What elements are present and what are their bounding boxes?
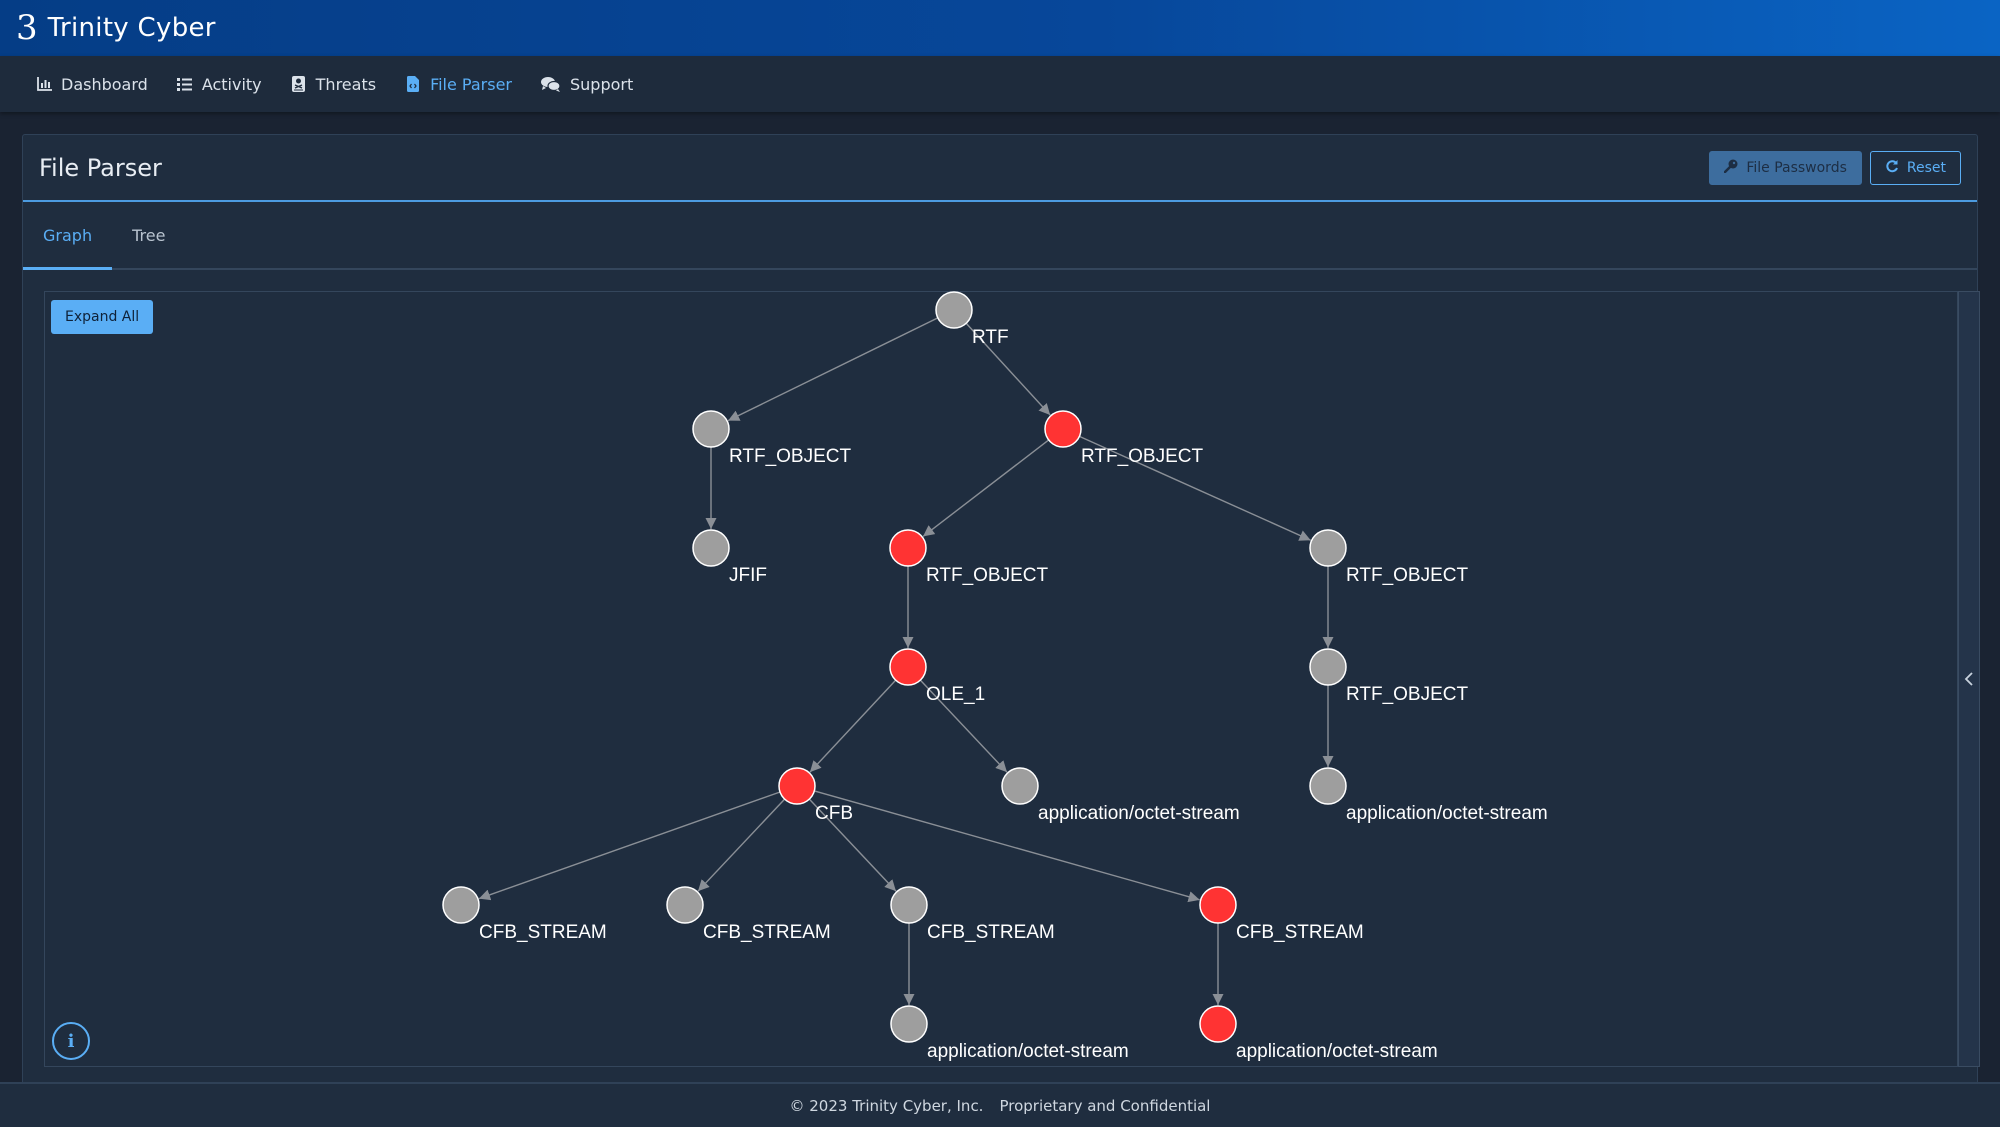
threat-node-circle[interactable] — [1199, 886, 1237, 924]
page-title: File Parser — [39, 153, 162, 182]
node-label: CFB — [815, 803, 853, 824]
node-circle[interactable] — [692, 410, 730, 448]
nav-item-dashboard[interactable]: Dashboard — [36, 75, 148, 94]
nav-label: Threats — [315, 74, 377, 94]
reset-label: Reset — [1906, 159, 1946, 176]
node-label: RTF — [972, 327, 1009, 348]
node-label: CFB_STREAM — [703, 922, 831, 943]
view-tabs: Graph Tree — [23, 202, 1977, 270]
file-passwords-button[interactable]: File Passwords — [1709, 150, 1862, 185]
node-label: CFB_STREAM — [927, 922, 1055, 943]
tab-tree[interactable]: Tree — [112, 202, 185, 268]
node-circle[interactable] — [1309, 767, 1347, 805]
key-icon — [1724, 159, 1738, 177]
node-label: CFB_STREAM — [479, 922, 607, 943]
expand-all-button[interactable]: Expand All — [51, 300, 154, 334]
nav-label: File Parser — [430, 74, 512, 94]
node-circle[interactable] — [442, 886, 480, 924]
brand-name[interactable]: Trinity Cyber — [48, 13, 216, 43]
node-circle[interactable] — [1309, 648, 1347, 686]
nav-item-support[interactable]: Support — [541, 75, 633, 94]
threat-node-circle[interactable] — [1199, 1005, 1237, 1043]
side-panel-toggle[interactable] — [1958, 291, 1980, 1067]
info-icon[interactable]: i — [52, 1022, 90, 1060]
node-circle[interactable] — [890, 886, 928, 924]
copyright-text: © 2023 Trinity Cyber, Inc. — [789, 1096, 984, 1115]
node-circle[interactable] — [1309, 529, 1347, 567]
node-label: application/octet-stream — [927, 1041, 1129, 1062]
card-header: File Parser File Passwords Reset — [23, 135, 1977, 202]
node-label: RTF_OBJECT — [1346, 684, 1469, 705]
threat-node-circle[interactable] — [889, 529, 927, 567]
app-header: 3 Trinity Cyber — [0, 0, 2000, 56]
nav-item-threats[interactable]: Threats — [291, 75, 376, 94]
node-label: application/octet-stream — [1236, 1041, 1438, 1062]
threat-node-circle[interactable] — [889, 648, 927, 686]
threat-node-circle[interactable] — [1044, 410, 1082, 448]
node-label: RTF_OBJECT — [1081, 446, 1204, 467]
refresh-icon — [1885, 159, 1899, 177]
nav-label: Support — [570, 74, 634, 94]
node-label: JFIF — [729, 565, 767, 586]
main-nav: Dashboard Activity Threats File Parser S… — [0, 56, 2000, 112]
node-label: RTF_OBJECT — [1346, 565, 1469, 586]
brand-logo-icon[interactable]: 3 — [16, 11, 38, 45]
footer: © 2023 Trinity Cyber, Inc. Proprietary a… — [0, 1082, 2000, 1127]
node-label: application/octet-stream — [1038, 803, 1240, 824]
node-label: RTF_OBJECT — [729, 446, 852, 467]
node-label: OLE_1 — [926, 684, 985, 705]
confidential-notice: Proprietary and Confidential — [999, 1096, 1211, 1115]
node-circle[interactable] — [1001, 767, 1039, 805]
nav-label: Activity — [201, 74, 262, 94]
node-label: CFB_STREAM — [1236, 922, 1364, 943]
node-circle[interactable] — [692, 529, 730, 567]
threat-node-circle[interactable] — [778, 767, 816, 805]
node-circle[interactable] — [890, 1005, 928, 1043]
tab-graph[interactable]: Graph — [23, 204, 113, 270]
comments-icon — [541, 76, 561, 92]
reset-button[interactable]: Reset — [1869, 150, 1961, 185]
graph-canvas[interactable] — [44, 291, 1958, 1067]
nav-item-activity[interactable]: Activity — [177, 75, 262, 94]
chevron-left-icon — [1964, 672, 1973, 686]
node-label: RTF_OBJECT — [926, 565, 1049, 586]
file-passwords-label: File Passwords — [1746, 159, 1847, 176]
node-circle[interactable] — [935, 291, 973, 329]
nav-item-file-parser[interactable]: File Parser — [405, 75, 512, 94]
chart-bar-icon — [36, 76, 52, 92]
node-label: application/octet-stream — [1346, 803, 1548, 824]
list-icon — [177, 76, 193, 92]
file-code-icon — [405, 76, 421, 92]
node-circle[interactable] — [666, 886, 704, 924]
skull-book-icon — [291, 76, 307, 92]
nav-label: Dashboard — [61, 74, 148, 94]
